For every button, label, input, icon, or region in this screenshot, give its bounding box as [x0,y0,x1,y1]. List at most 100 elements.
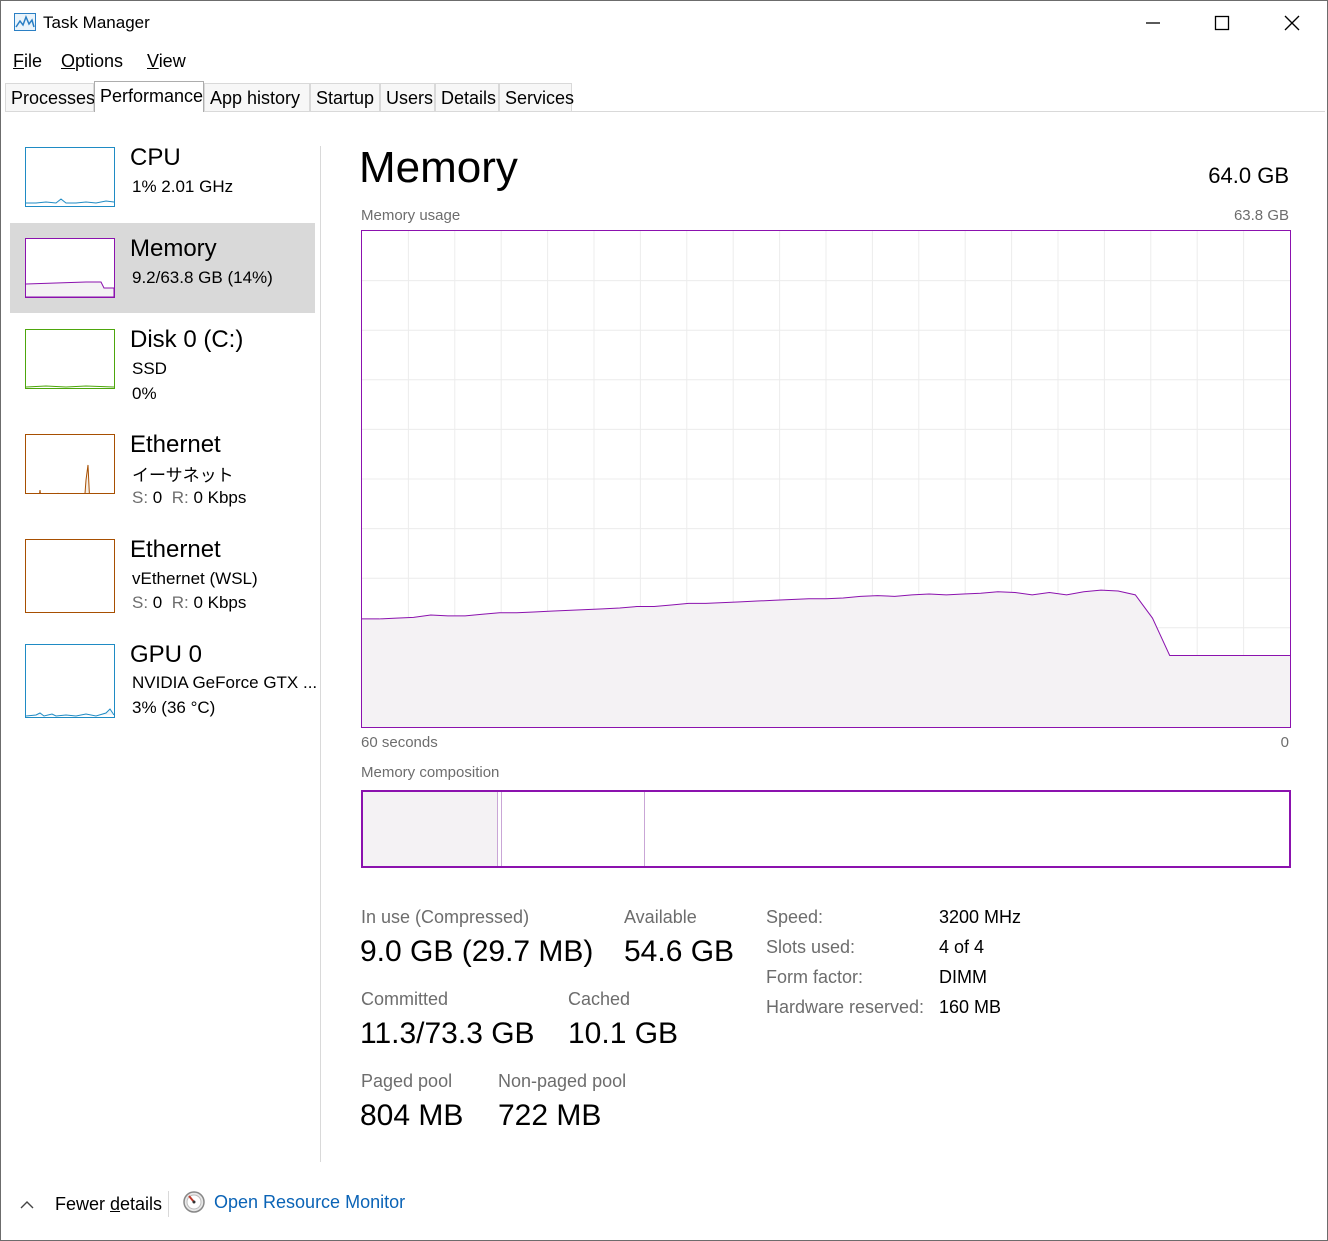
sidebar-send-receive: S: 0 R: 0 Kbps [132,593,246,613]
non-paged-pool-value: 722 MB [498,1099,602,1132]
send-value: 0 [152,593,163,612]
tab-users[interactable]: Users [380,83,435,111]
chevron-up-icon [20,1200,34,1208]
maximize-button[interactable] [1187,1,1257,45]
cached-label: Cached [568,989,631,1009]
in-use-value: 9.0 GB (29.7 MB) [360,935,594,968]
resource-monitor-icon [183,1191,205,1213]
hardware-reserved-value: 160 MB [939,997,1002,1017]
time-axis-start: 60 seconds [361,734,438,751]
sidebar-title: CPU [130,144,181,171]
sidebar-subtitle-2: 3% (36 °C) [132,698,216,717]
maximize-icon [1214,15,1230,31]
memory-usage-label: Memory usage [361,207,461,224]
send-label: S: [132,593,149,612]
receive-label: R: [171,593,189,612]
sidebar-subtitle: 1% 2.01 GHz [132,177,234,196]
menu-view-mnemonic: V [147,51,159,71]
sidebar-subtitle: イーサネット [132,466,234,485]
tab-app-history[interactable]: App history [204,83,310,111]
in-use-label: In use (Compressed) [361,907,530,927]
hardware-reserved-label: Hardware reserved: [766,997,925,1017]
gpu-thumbnail-graph [25,644,115,718]
receive-label: R: [171,488,189,507]
cached-value: 10.1 GB [568,1017,679,1050]
sidebar-item-memory[interactable]: Memory 9.2/63.8 GB (14%) [10,223,315,313]
fewer-details-mnemonic: d [110,1194,121,1214]
sidebar-title: Memory [130,235,217,262]
tab-details[interactable]: Details [435,83,499,111]
sidebar-item-disk[interactable]: Disk 0 (C:) SSD 0% [10,314,315,404]
fewer-details-prefix: Fewer [55,1194,111,1214]
memory-usage-chart [362,231,1290,727]
form-factor-label: Form factor: [766,967,864,987]
sidebar-subtitle: vEthernet (WSL) [132,569,258,588]
menu-file-mnemonic: F [13,51,24,71]
sidebar-subtitle: SSD [132,359,167,378]
memory-composition-bar [361,790,1291,868]
menu-view-label: iew [158,51,186,71]
memory-usage-max: 63.8 GB [1233,207,1289,224]
sidebar-item-gpu[interactable]: GPU 0 NVIDIA GeForce GTX ... 3% (36 °C) [10,629,318,719]
composition-in-use-segment [363,792,499,866]
memory-composition-label: Memory composition [361,764,500,781]
open-resource-monitor-link[interactable]: Open Resource Monitor [182,1190,405,1214]
sidebar-title: GPU 0 [130,641,203,668]
menu-file[interactable]: File [13,51,42,72]
page-title: Memory [359,143,518,192]
sidebar-title: Ethernet [130,431,221,458]
tab-startup[interactable]: Startup [310,83,380,111]
close-icon [1284,15,1300,31]
sidebar-send-receive: S: 0 R: 0 Kbps [132,488,246,508]
send-value: 0 [152,488,163,507]
fewer-details-suffix: etails [120,1194,163,1214]
menu-options-label: ptions [75,51,124,71]
committed-label: Committed [361,989,449,1009]
minimize-button[interactable] [1118,1,1188,45]
fewer-details-label: Fewer details [55,1194,162,1215]
title-bar[interactable]: Task Manager [1,1,1327,45]
receive-value: 0 Kbps [193,488,247,507]
form-factor-value: DIMM [939,967,987,987]
menu-options-mnemonic: O [61,51,76,71]
task-manager-window: Task Manager File Options View Processes… [0,0,1328,1241]
menu-options[interactable]: Options [61,51,123,72]
sidebar-subtitle: NVIDIA GeForce GTX ... [132,673,318,692]
sidebar-item-ethernet-wsl[interactable]: Ethernet vEthernet (WSL) S: 0 R: 0 Kbps [10,524,315,614]
cpu-thumbnail-graph [25,147,115,207]
menu-view[interactable]: View [147,51,186,72]
sidebar-title: Disk 0 (C:) [130,326,244,353]
sidebar-item-ethernet[interactable]: Ethernet イーサネット S: 0 R: 0 Kbps [10,419,315,509]
committed-value: 11.3/73.3 GB [360,1017,535,1050]
footer-divider [168,1191,169,1217]
non-paged-pool-label: Non-paged pool [498,1071,627,1091]
menu-file-label: ile [24,51,43,71]
minimize-icon [1146,22,1160,24]
tab-services[interactable]: Services [499,83,574,111]
sidebar-item-cpu[interactable]: CPU 1% 2.01 GHz [10,132,315,222]
ethernet-wsl-thumbnail-graph [25,539,115,613]
slots-used-value: 4 of 4 [939,937,985,957]
speed-label: Speed: [766,907,824,927]
speed-value: 3200 MHz [939,907,1022,927]
footer-bar: Fewer details Open Resource Monitor [1,1186,1327,1226]
fewer-details-button[interactable]: Fewer details [19,1194,162,1215]
tab-strip: Processes Performance App history Startu… [5,81,1325,112]
available-label: Available [624,907,697,927]
disk-thumbnail-graph [25,329,115,389]
paged-pool-value: 804 MB [360,1099,464,1132]
composition-standby-segment [501,792,646,866]
tab-performance[interactable]: Performance [94,81,204,112]
task-manager-app-icon [14,13,36,31]
sidebar-subtitle: 9.2/63.8 GB (14%) [132,268,273,287]
paged-pool-label: Paged pool [361,1071,453,1091]
window-title: Task Manager [43,13,150,32]
tab-processes[interactable]: Processes [5,83,95,111]
memory-usage-graph [361,230,1291,728]
memory-thumbnail-graph [25,238,115,298]
resource-monitor-label: Open Resource Monitor [214,1191,406,1212]
close-button[interactable] [1257,1,1327,45]
pane-divider[interactable] [320,146,321,1162]
receive-value: 0 Kbps [193,593,247,612]
time-axis-end: 0 [1280,734,1289,751]
